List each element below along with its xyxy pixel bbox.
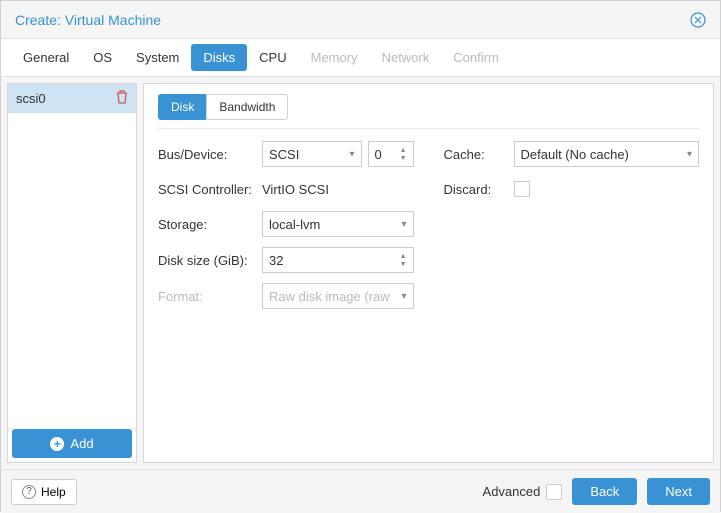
dialog-body: scsi0 + Add Disk Bandwidth Bus/Device: — [1, 77, 720, 469]
inner-tab-disk[interactable]: Disk — [158, 94, 206, 120]
device-spinner[interactable]: 0 ▲▼ — [368, 141, 414, 167]
format-value: Raw disk image (raw — [269, 289, 390, 304]
spinner-arrows-icon: ▲▼ — [400, 253, 407, 268]
advanced-checkbox[interactable] — [546, 484, 562, 500]
disk-panel: Disk Bandwidth Bus/Device: SCSI ▾ 0 — [143, 83, 714, 463]
tab-system[interactable]: System — [124, 44, 191, 71]
close-icon[interactable] — [690, 12, 706, 28]
scsi-controller-label: SCSI Controller: — [158, 182, 262, 197]
titlebar: Create: Virtual Machine — [1, 1, 720, 39]
bus-value: SCSI — [269, 147, 299, 162]
form-right-col: Cache: Default (No cache) ▾ Discard: — [444, 141, 700, 319]
advanced-label: Advanced — [483, 484, 541, 499]
spinner-arrows-icon: ▲▼ — [400, 147, 407, 162]
inner-tabs: Disk Bandwidth — [158, 94, 699, 129]
tab-disks[interactable]: Disks — [191, 44, 247, 71]
create-vm-dialog: Create: Virtual Machine General OS Syste… — [0, 0, 721, 512]
discard-checkbox[interactable] — [514, 181, 530, 197]
advanced-toggle[interactable]: Advanced — [483, 484, 563, 500]
row-storage: Storage: local-lvm ▾ — [158, 211, 414, 237]
trash-icon[interactable] — [116, 90, 128, 107]
chevron-down-icon: ▾ — [401, 219, 406, 230]
storage-value: local-lvm — [269, 217, 320, 232]
device-value: 0 — [375, 147, 382, 162]
cache-select[interactable]: Default (No cache) ▾ — [514, 141, 700, 167]
discard-label: Discard: — [444, 182, 514, 197]
add-button[interactable]: + Add — [12, 429, 132, 458]
sidebar-spacer — [8, 113, 136, 425]
row-format: Format: Raw disk image (raw ▾ — [158, 283, 414, 309]
tab-network: Network — [370, 44, 442, 71]
storage-label: Storage: — [158, 217, 262, 232]
scsi-controller-value: VirtIO SCSI — [262, 182, 329, 197]
inner-tab-bandwidth[interactable]: Bandwidth — [206, 94, 288, 120]
disk-size-label: Disk size (GiB): — [158, 253, 262, 268]
next-button[interactable]: Next — [647, 478, 710, 505]
format-label: Format: — [158, 289, 262, 304]
row-scsi-controller: SCSI Controller: VirtIO SCSI — [158, 177, 414, 201]
tab-os[interactable]: OS — [81, 44, 124, 71]
dialog-footer: ? Help Advanced Back Next — [1, 469, 720, 513]
help-button[interactable]: ? Help — [11, 479, 77, 505]
format-select: Raw disk image (raw ▾ — [262, 283, 414, 309]
chevron-down-icon: ▾ — [349, 149, 354, 160]
chevron-down-icon: ▾ — [401, 291, 406, 302]
tab-confirm: Confirm — [441, 44, 511, 71]
row-disk-size: Disk size (GiB): 32 ▲▼ — [158, 247, 414, 273]
cache-label: Cache: — [444, 147, 514, 162]
form-columns: Bus/Device: SCSI ▾ 0 ▲▼ — [158, 141, 699, 319]
bus-select[interactable]: SCSI ▾ — [262, 141, 362, 167]
bus-device-label: Bus/Device: — [158, 147, 262, 162]
sidebar-item-label: scsi0 — [16, 91, 46, 106]
row-bus-device: Bus/Device: SCSI ▾ 0 ▲▼ — [158, 141, 414, 167]
disk-size-value: 32 — [269, 253, 283, 268]
help-label: Help — [41, 485, 66, 499]
dialog-title: Create: Virtual Machine — [15, 12, 161, 28]
row-discard: Discard: — [444, 177, 700, 201]
tab-general[interactable]: General — [11, 44, 81, 71]
plus-icon: + — [50, 437, 64, 451]
chevron-down-icon: ▾ — [687, 149, 692, 160]
row-cache: Cache: Default (No cache) ▾ — [444, 141, 700, 167]
wizard-tabs: General OS System Disks CPU Memory Netwo… — [1, 39, 720, 77]
storage-select[interactable]: local-lvm ▾ — [262, 211, 414, 237]
add-button-label: Add — [70, 436, 93, 451]
sidebar-item-scsi0[interactable]: scsi0 — [8, 84, 136, 113]
tab-memory: Memory — [299, 44, 370, 71]
back-button[interactable]: Back — [572, 478, 637, 505]
tab-cpu[interactable]: CPU — [247, 44, 298, 71]
disk-size-spinner[interactable]: 32 ▲▼ — [262, 247, 414, 273]
form-left-col: Bus/Device: SCSI ▾ 0 ▲▼ — [158, 141, 414, 319]
help-icon: ? — [22, 485, 36, 499]
disk-sidebar: scsi0 + Add — [7, 83, 137, 463]
cache-value: Default (No cache) — [521, 147, 629, 162]
